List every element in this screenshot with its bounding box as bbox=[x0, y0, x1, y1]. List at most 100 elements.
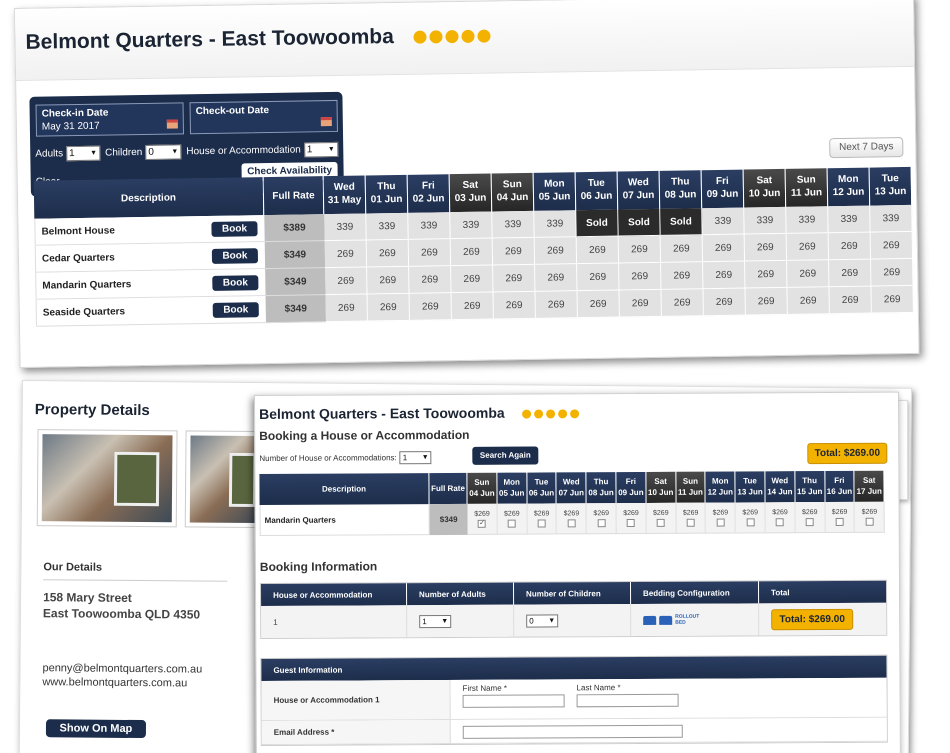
day-header: Sun 04 Jun bbox=[491, 172, 535, 212]
price-cell[interactable]: 269 bbox=[787, 287, 830, 315]
book-button[interactable]: Book bbox=[212, 301, 259, 318]
availability-grid: Description Belmont House Book Cedar Quart… bbox=[33, 166, 914, 327]
price-cell[interactable]: 269 bbox=[703, 288, 746, 317]
price-cell[interactable]: 269 bbox=[535, 291, 578, 319]
email-link[interactable]: penny@belmontquarters.com.au bbox=[42, 661, 202, 676]
night-checkbox[interactable] bbox=[686, 518, 695, 527]
price-cell[interactable]: 269 bbox=[409, 293, 452, 321]
price-cell[interactable]: 339 bbox=[534, 210, 577, 238]
price-cell[interactable]: 269 bbox=[702, 234, 746, 263]
price-cell[interactable]: 339 bbox=[492, 210, 535, 239]
show-on-map-button[interactable]: Show On Map bbox=[45, 719, 147, 739]
booking-info-header: House or Accommodation Number of Adults … bbox=[260, 580, 887, 606]
price-cell[interactable]: 269 bbox=[744, 233, 788, 262]
price-cell[interactable]: 269 bbox=[661, 289, 704, 317]
night-checkbox[interactable] bbox=[776, 517, 785, 526]
price-cell[interactable]: 339 bbox=[828, 205, 871, 234]
price-cell[interactable]: 269 bbox=[493, 264, 536, 293]
website-link[interactable]: www.belmontquarters.com.au bbox=[42, 675, 202, 690]
price-cell[interactable]: 269 bbox=[325, 267, 368, 296]
price-cell[interactable]: 269 bbox=[534, 237, 578, 265]
price-cell[interactable]: 269 bbox=[871, 258, 914, 287]
price-cell[interactable]: 339 bbox=[366, 212, 409, 241]
property-photo[interactable] bbox=[36, 429, 178, 528]
price-cell[interactable]: 339 bbox=[786, 206, 829, 234]
price-cell[interactable]: 269 bbox=[787, 260, 830, 288]
price-cell[interactable]: 269 bbox=[828, 232, 872, 261]
price-cell[interactable]: 339 bbox=[702, 207, 745, 236]
night-checkbox[interactable] bbox=[865, 517, 874, 526]
bed-icon[interactable] bbox=[643, 615, 657, 625]
price-cell[interactable]: 269 bbox=[619, 289, 662, 318]
price-cell[interactable]: 269 bbox=[745, 260, 788, 289]
calendar-icon[interactable] bbox=[320, 117, 332, 127]
calendar-icon[interactable] bbox=[166, 119, 178, 129]
last-name-input[interactable] bbox=[576, 693, 679, 708]
price-cell[interactable]: 269 bbox=[408, 239, 452, 267]
night-checkbox[interactable] bbox=[835, 517, 844, 526]
price-cell[interactable]: 339 bbox=[450, 211, 493, 240]
day-column: Sun 04 Jun 339 269 269 269 bbox=[491, 172, 536, 320]
price-cell[interactable]: 269 bbox=[366, 239, 410, 268]
book-button[interactable]: Book bbox=[212, 274, 259, 291]
checkout-date-field[interactable]: Check-out Date bbox=[189, 99, 338, 135]
night-checkbox[interactable] bbox=[805, 517, 814, 526]
price-cell[interactable]: 269 bbox=[618, 235, 662, 264]
checkin-date-field[interactable]: Check-in Date May 31 2017 bbox=[35, 102, 185, 137]
children-select[interactable]: 0 ▼ bbox=[145, 144, 182, 160]
next-7-days-button[interactable]: Next 7 Days bbox=[829, 137, 904, 159]
price-cell[interactable]: 269 bbox=[535, 264, 578, 292]
night-checkbox[interactable] bbox=[716, 518, 725, 527]
night-checkbox[interactable] bbox=[567, 518, 576, 527]
price-cell[interactable]: 269 bbox=[619, 262, 662, 291]
number-select[interactable]: 1 ▼ bbox=[399, 451, 432, 465]
price-cell[interactable]: 269 bbox=[493, 291, 536, 320]
night-checkbox[interactable] bbox=[746, 517, 755, 526]
price-cell[interactable]: 269 bbox=[577, 290, 620, 319]
price-cell[interactable]: 269 bbox=[367, 293, 410, 322]
price-cell[interactable]: 269 bbox=[577, 263, 620, 292]
night-checkbox[interactable] bbox=[537, 518, 546, 528]
house-select[interactable]: 1 ▼ bbox=[303, 141, 338, 158]
booking-grid: Description Mandarin Quarters Full Rate … bbox=[259, 470, 885, 536]
price-cell[interactable]: 269 bbox=[829, 259, 872, 288]
night-checkbox[interactable] bbox=[597, 518, 606, 527]
book-button[interactable]: Book bbox=[211, 220, 258, 237]
price-cell[interactable]: 269 bbox=[829, 286, 872, 315]
bed-icon[interactable] bbox=[659, 615, 673, 625]
price-cell[interactable]: 269 bbox=[324, 240, 368, 269]
price-cell[interactable]: 269 bbox=[492, 237, 536, 266]
chevron-down-icon: ▼ bbox=[90, 149, 98, 157]
price-cell[interactable]: 269 bbox=[871, 285, 914, 314]
night-checkbox[interactable] bbox=[627, 518, 636, 527]
children-select[interactable]: 0 ▼ bbox=[526, 613, 559, 628]
price-cell[interactable]: 269 bbox=[786, 233, 830, 261]
price-cell[interactable]: 269 bbox=[661, 262, 704, 290]
adults-select[interactable]: 1 ▼ bbox=[419, 614, 452, 628]
price-cell[interactable]: 339 bbox=[324, 213, 367, 242]
price-cell[interactable]: 269 bbox=[703, 261, 746, 290]
booking-day-cell: $269 bbox=[705, 502, 736, 534]
price-cell[interactable]: 269 bbox=[576, 236, 620, 265]
search-again-button[interactable]: Search Again bbox=[472, 446, 539, 465]
night-checkbox[interactable] bbox=[656, 518, 665, 527]
price-cell[interactable]: 269 bbox=[870, 231, 914, 260]
price-cell[interactable]: 269 bbox=[745, 287, 788, 316]
price-cell[interactable]: 269 bbox=[409, 266, 452, 294]
price-cell[interactable]: 269 bbox=[325, 294, 368, 323]
price-cell[interactable]: 269 bbox=[367, 266, 410, 295]
book-button[interactable]: Book bbox=[211, 247, 259, 264]
adults-select[interactable]: 1 ▼ bbox=[65, 145, 101, 162]
night-checkbox[interactable] bbox=[507, 519, 516, 528]
price-cell[interactable]: 339 bbox=[870, 204, 913, 233]
price-cell[interactable]: 269 bbox=[450, 238, 494, 267]
price-cell[interactable]: 269 bbox=[451, 265, 494, 294]
email-input[interactable] bbox=[462, 724, 683, 739]
price-cell[interactable]: 339 bbox=[744, 206, 787, 235]
price-cell[interactable]: 269 bbox=[660, 235, 704, 263]
first-name-input[interactable] bbox=[462, 694, 565, 708]
price-cell[interactable]: 339 bbox=[408, 212, 451, 240]
price-cell[interactable]: 269 bbox=[451, 292, 494, 321]
day-of-week: Mon bbox=[503, 477, 520, 487]
night-checkbox[interactable]: ✓ bbox=[478, 519, 487, 528]
